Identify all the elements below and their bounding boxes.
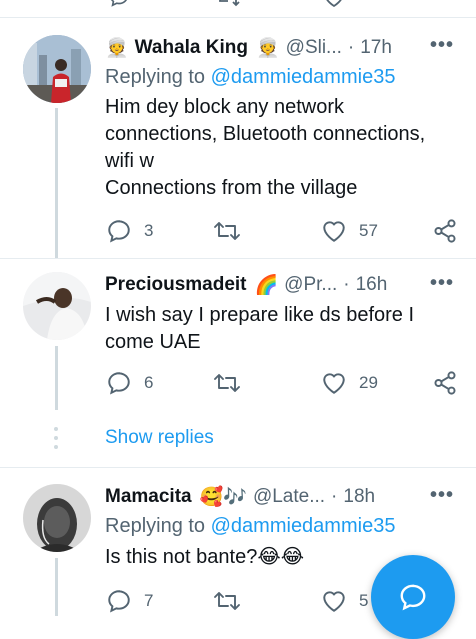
display-name[interactable]: Preciousmadeit bbox=[105, 274, 247, 296]
share-icon bbox=[434, 219, 456, 243]
divider bbox=[0, 17, 476, 18]
reply-button[interactable]: 3 bbox=[106, 218, 153, 244]
retweet-icon[interactable] bbox=[215, 0, 241, 8]
retweet-button[interactable] bbox=[213, 588, 241, 614]
share-icon[interactable] bbox=[434, 0, 456, 8]
user-handle[interactable]: @Sli... bbox=[286, 37, 342, 59]
tweet-text-line: Connections from the village bbox=[105, 177, 358, 199]
reply-button[interactable]: 7 bbox=[106, 588, 153, 614]
more-options-icon[interactable]: ••• bbox=[430, 34, 454, 57]
share-button[interactable] bbox=[432, 218, 458, 244]
reply-icon[interactable] bbox=[108, 0, 130, 8]
tweet-header: Preciousmadeit 🌈 @Pr... · 16h bbox=[105, 272, 387, 298]
share-button[interactable] bbox=[432, 370, 458, 396]
timestamp[interactable]: 16h bbox=[356, 274, 388, 296]
compose-reply-button[interactable] bbox=[371, 555, 455, 639]
more-options-icon[interactable]: ••• bbox=[430, 272, 454, 295]
replying-to-label: Replying to bbox=[105, 66, 206, 88]
user-handle[interactable]: @Late... bbox=[253, 486, 325, 508]
heart-icon[interactable] bbox=[322, 0, 346, 8]
reply-icon bbox=[108, 590, 130, 613]
display-name[interactable]: Mamacita bbox=[105, 486, 192, 508]
thread-continuation-dots bbox=[53, 427, 59, 454]
like-count: 5 bbox=[359, 591, 369, 610]
like-button[interactable]: 5 bbox=[321, 588, 368, 614]
retweet-button[interactable] bbox=[213, 370, 241, 396]
separator-dot: · bbox=[331, 486, 338, 507]
tweet-text: I wish say I prepare like ds before I co… bbox=[105, 302, 465, 356]
heart-icon bbox=[323, 591, 345, 612]
reply-icon bbox=[108, 372, 130, 395]
like-button[interactable]: 57 bbox=[321, 218, 378, 244]
name-emoji: 👳 bbox=[105, 38, 129, 59]
tweet-text-line: wifi w bbox=[105, 150, 154, 172]
avatar[interactable] bbox=[23, 35, 91, 103]
replying-to-label: Replying to bbox=[105, 515, 206, 537]
more-options-icon[interactable]: ••• bbox=[430, 484, 454, 507]
separator-dot: · bbox=[347, 37, 355, 58]
reply-count: 7 bbox=[144, 591, 154, 610]
reply-button[interactable]: 6 bbox=[106, 370, 153, 396]
display-name[interactable]: Wahala King bbox=[135, 37, 248, 59]
share-icon bbox=[434, 371, 456, 395]
divider bbox=[0, 258, 476, 259]
tweet-header: Mamacita 🥰🎶 @Late... · 18h bbox=[105, 484, 375, 510]
avatar[interactable] bbox=[23, 272, 91, 340]
name-emoji: 🌈 bbox=[254, 275, 279, 296]
retweet-icon bbox=[214, 222, 240, 240]
replying-to: Replying to @dammiedammie35 bbox=[105, 515, 395, 538]
tweet-text-line: I wish say I prepare like ds before I bbox=[105, 304, 415, 326]
name-emoji: 👳 bbox=[255, 38, 280, 59]
like-count: 57 bbox=[359, 221, 378, 240]
replying-to-handle[interactable]: @dammiedammie35 bbox=[211, 66, 396, 88]
tweet-text-line: come UAE bbox=[105, 331, 201, 353]
reply-count: 6 bbox=[144, 373, 154, 392]
tweet-text-line: connections, Bluetooth connections, bbox=[105, 123, 426, 145]
timestamp[interactable]: 17h bbox=[360, 37, 392, 59]
timestamp[interactable]: 18h bbox=[343, 486, 375, 508]
reply-count: 3 bbox=[144, 221, 154, 240]
retweet-button[interactable] bbox=[213, 218, 241, 244]
divider bbox=[0, 467, 476, 468]
like-count: 29 bbox=[359, 373, 378, 392]
thread-line bbox=[55, 346, 58, 410]
retweet-icon bbox=[214, 592, 240, 610]
tweet-header: 👳 Wahala King 👳 @Sli... · 17h bbox=[105, 35, 392, 61]
tweet-text-line: Him dey block any network bbox=[105, 96, 344, 118]
show-replies-link[interactable]: Show replies bbox=[105, 427, 214, 449]
reply-icon bbox=[108, 220, 130, 243]
replying-to-handle[interactable]: @dammiedammie35 bbox=[211, 515, 396, 537]
replying-to: Replying to @dammiedammie35 bbox=[105, 66, 395, 89]
avatar[interactable] bbox=[23, 484, 91, 552]
thread-line bbox=[55, 108, 58, 258]
name-emoji: 🥰🎶 bbox=[199, 487, 247, 508]
heart-icon bbox=[323, 373, 345, 394]
compose-reply-icon bbox=[400, 584, 426, 611]
separator-dot: · bbox=[343, 274, 350, 295]
heart-icon bbox=[323, 221, 345, 242]
like-button[interactable]: 29 bbox=[321, 370, 378, 396]
user-handle[interactable]: @Pr... bbox=[284, 274, 337, 296]
thread-line bbox=[55, 558, 58, 616]
previous-tweet-actions bbox=[0, 0, 476, 8]
tweet-text: Him dey block any network connections, B… bbox=[105, 94, 465, 202]
retweet-icon bbox=[214, 374, 240, 392]
